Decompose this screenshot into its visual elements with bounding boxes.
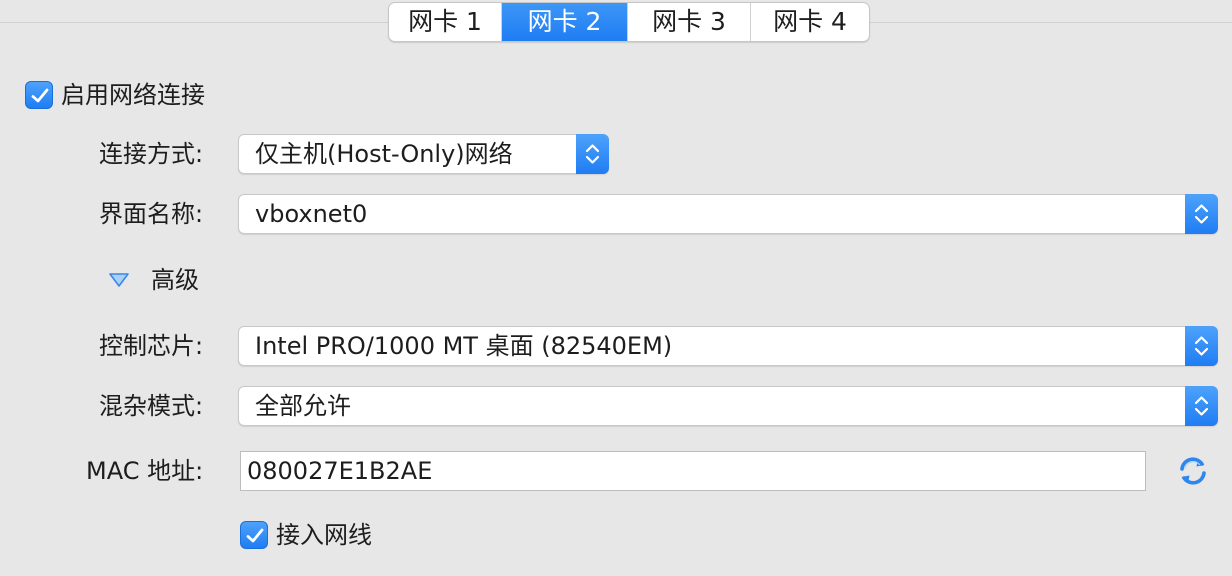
attachment-value: 仅主机(Host-Only)网络: [255, 140, 513, 168]
attachment-label: 连接方式:: [99, 140, 204, 168]
chevron-updown-icon: [1185, 194, 1218, 234]
advanced-label[interactable]: 高级: [151, 264, 199, 296]
chevron-updown-icon: [1185, 386, 1218, 426]
cable-connected-label[interactable]: 接入网线: [276, 519, 372, 551]
checkmark-icon: [246, 528, 264, 543]
disclosure-triangle-icon[interactable]: [108, 271, 130, 289]
promiscuous-value: 全部允许: [255, 392, 351, 420]
chevron-updown-icon: [576, 134, 609, 174]
interface-value: vboxnet0: [255, 200, 368, 228]
adapter-type-select[interactable]: Intel PRO/1000 MT 桌面 (82540EM): [238, 326, 1218, 366]
attachment-select[interactable]: 仅主机(Host-Only)网络: [238, 134, 609, 174]
adapter-type-value: Intel PRO/1000 MT 桌面 (82540EM): [255, 332, 673, 360]
enable-network-label[interactable]: 启用网络连接: [61, 79, 205, 111]
chevron-updown-icon: [1185, 326, 1218, 366]
cable-connected-checkbox[interactable]: [240, 521, 268, 549]
tab-adapter-1[interactable]: 网卡 1: [389, 3, 502, 41]
tab-adapter-4[interactable]: 网卡 4: [751, 3, 869, 41]
refresh-icon[interactable]: [1176, 454, 1210, 488]
mac-address-input[interactable]: [240, 451, 1146, 491]
promiscuous-label: 混杂模式:: [99, 392, 204, 420]
adapter-type-label: 控制芯片:: [99, 332, 204, 360]
enable-network-checkbox[interactable]: [25, 81, 53, 109]
checkmark-icon: [31, 88, 49, 103]
tab-adapter-3[interactable]: 网卡 3: [628, 3, 751, 41]
interface-select[interactable]: vboxnet0: [238, 194, 1218, 234]
mac-label: MAC 地址:: [86, 457, 204, 485]
adapter-tabs: 网卡 1 网卡 2 网卡 3 网卡 4: [388, 2, 870, 42]
promiscuous-select[interactable]: 全部允许: [238, 386, 1218, 426]
tab-adapter-2[interactable]: 网卡 2: [502, 3, 628, 41]
interface-label: 界面名称:: [99, 200, 204, 228]
